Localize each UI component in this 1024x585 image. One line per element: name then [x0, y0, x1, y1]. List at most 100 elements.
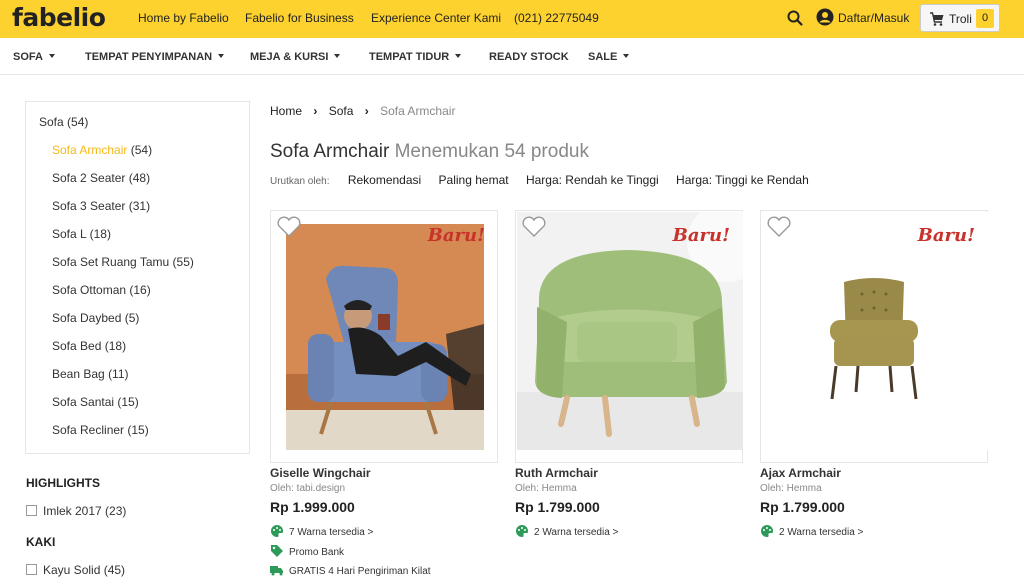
sidebar-item-sofa-2-seater[interactable]: Sofa 2 Seater (48) — [52, 171, 150, 185]
sidebar-item-sofa-recliner[interactable]: Sofa Recliner (15) — [52, 423, 149, 437]
sidebar-item-count: (18) — [89, 227, 111, 241]
heart-icon[interactable] — [276, 216, 302, 238]
product-card-giselle[interactable]: Baru! — [270, 210, 498, 463]
nav-ready-stock[interactable]: READY STOCK — [489, 51, 569, 63]
sidebar-item-sofa-l[interactable]: Sofa L (18) — [52, 227, 111, 241]
new-badge: Baru! — [427, 225, 485, 246]
product-image[interactable] — [517, 212, 743, 450]
shipping-label: GRATIS 4 Hari Pengiriman Kilat — [289, 566, 431, 577]
breadcrumb: Home › Sofa › Sofa Armchair — [270, 104, 455, 118]
product-seller: Oleh: Hemma — [760, 483, 822, 494]
sidebar-item-sofa-bed[interactable]: Sofa Bed (18) — [52, 339, 126, 353]
color-options-label: 2 Warna tersedia > — [779, 527, 864, 538]
kaki-heading: KAKI — [26, 535, 56, 549]
palette-icon — [516, 525, 528, 537]
product-name[interactable]: Ruth Armchair — [515, 466, 598, 480]
promo-label: Promo Bank — [289, 547, 345, 558]
highlights-heading: HIGHLIGHTS — [26, 476, 100, 490]
color-options-link[interactable]: 2 Warna tersedia > — [760, 524, 863, 538]
nav-sofa[interactable]: SOFA — [13, 51, 55, 63]
chevron-right-icon: › — [364, 104, 369, 118]
sidebar-item-sofa-ottoman[interactable]: Sofa Ottoman (16) — [52, 283, 151, 297]
category-nav: SOFA TEMPAT PENYIMPANAN MEJA & KURSI TEM… — [0, 38, 1024, 75]
chevron-down-icon — [455, 54, 462, 58]
sidebar-item-sofa-3-seater[interactable]: Sofa 3 Seater (31) — [52, 199, 150, 213]
sort-label: Urutkan oleh: — [270, 176, 330, 187]
sidebar-item-label: Sofa L — [52, 227, 87, 241]
sidebar-item-count: (55) — [172, 255, 194, 269]
filter-label: Kayu Solid (45) — [43, 563, 126, 577]
product-card-ajax[interactable]: Baru! — [760, 210, 988, 463]
logo[interactable]: fabelio — [12, 3, 106, 32]
page-title-text: Sofa Armchair — [270, 141, 390, 162]
nav-sale[interactable]: SALE — [588, 51, 630, 63]
product-name[interactable]: Ajax Armchair — [760, 466, 841, 480]
shipping-info: GRATIS 4 Hari Pengiriman Kilat — [270, 563, 431, 577]
sidebar-item-label: Sofa 2 Seater — [52, 171, 126, 185]
nav-meja-kursi[interactable]: MEJA & KURSI — [250, 51, 341, 63]
chevron-down-icon — [218, 54, 225, 58]
nav-tempat-tidur[interactable]: TEMPAT TIDUR — [369, 51, 462, 63]
product-price: Rp 1.799.000 — [515, 499, 600, 515]
experience-center-link[interactable]: Experience Center Kami — [371, 11, 501, 25]
checkbox[interactable] — [26, 564, 37, 575]
breadcrumb-home[interactable]: Home — [270, 104, 302, 118]
user-icon[interactable] — [816, 8, 834, 26]
sidebar-item-label: Sofa 3 Seater — [52, 199, 126, 213]
product-card-ruth[interactable]: Baru! — [515, 210, 743, 463]
sidebar-item-label: Bean Bag — [52, 367, 105, 381]
sidebar-item-label: Sofa Santai — [52, 395, 115, 409]
product-name[interactable]: Giselle Wingchair — [270, 466, 371, 480]
heart-icon[interactable] — [521, 216, 547, 238]
color-options-label: 2 Warna tersedia > — [534, 527, 619, 538]
nav-tempat-penyimpanan[interactable]: TEMPAT PENYIMPANAN — [85, 51, 225, 63]
color-options-link[interactable]: 7 Warna tersedia > — [270, 524, 373, 538]
sidebar-item-label: Sofa Bed — [52, 339, 102, 353]
sidebar-parent-sofa[interactable]: Sofa (54) — [39, 115, 88, 129]
sidebar-item-label: Sofa Ottoman — [52, 283, 127, 297]
sidebar-item-count: (11) — [108, 367, 129, 381]
breadcrumb-current: Sofa Armchair — [380, 104, 456, 118]
product-image[interactable] — [286, 224, 484, 450]
search-icon[interactable] — [786, 9, 804, 27]
palette-icon — [271, 525, 283, 537]
login-link[interactable]: Daftar/Masuk — [838, 11, 909, 25]
checkbox[interactable] — [26, 505, 37, 516]
sidebar-item-label: Sofa Armchair — [52, 143, 128, 157]
heart-icon[interactable] — [766, 216, 792, 238]
new-badge: Baru! — [917, 225, 975, 246]
nav-tempat-penyimpanan-label: TEMPAT PENYIMPANAN — [85, 51, 213, 63]
breadcrumb-sofa[interactable]: Sofa — [329, 104, 354, 118]
sort-paling-hemat[interactable]: Paling hemat — [439, 173, 509, 187]
color-options-link[interactable]: 2 Warna tersedia > — [515, 524, 618, 538]
cart-count-badge: 0 — [976, 9, 994, 28]
product-seller: Oleh: tabi.design — [270, 483, 346, 494]
product-image[interactable] — [762, 212, 988, 450]
phone-number-link[interactable]: (021) 22775049 — [514, 11, 599, 25]
sort-harga-rendah-ke-tinggi[interactable]: Harga: Rendah ke Tinggi — [526, 173, 659, 187]
home-by-fabelio-link[interactable]: Home by Fabelio — [138, 11, 229, 25]
filter-kayu-solid[interactable]: Kayu Solid (45) — [26, 563, 125, 577]
sidebar-item-count: (5) — [124, 311, 140, 325]
sidebar-item-count: (15) — [127, 423, 149, 437]
sidebar-item-bean-bag[interactable]: Bean Bag (11) — [52, 367, 129, 381]
filter-imlek-2017[interactable]: Imlek 2017 (23) — [26, 504, 126, 518]
sidebar-item-count: (54) — [130, 143, 153, 157]
sidebar-item-label: Sofa Recliner — [52, 423, 125, 437]
sidebar-item-sofa-daybed[interactable]: Sofa Daybed (5) — [52, 311, 139, 325]
cart-button[interactable]: Troli 0 — [920, 4, 1000, 32]
nav-sale-label: SALE — [588, 51, 618, 63]
sidebar-item-sofa-santai[interactable]: Sofa Santai (15) — [52, 395, 139, 409]
palette-icon — [761, 525, 773, 537]
product-seller: Oleh: Hemma — [515, 483, 577, 494]
sidebar-item-count: (18) — [104, 339, 127, 353]
color-options-label: 7 Warna tersedia > — [289, 527, 374, 538]
sidebar-item-sofa-set-ruang-tamu[interactable]: Sofa Set Ruang Tamu (55) — [52, 255, 194, 269]
product-price: Rp 1.999.000 — [270, 499, 355, 515]
new-badge: Baru! — [672, 225, 730, 246]
sidebar-item-count: (16) — [129, 283, 151, 297]
sidebar-item-sofa-armchair[interactable]: Sofa Armchair (54) — [52, 143, 152, 157]
sort-harga-tinggi-ke-rendah[interactable]: Harga: Tinggi ke Rendah — [676, 173, 809, 187]
sort-rekomendasi[interactable]: Rekomendasi — [348, 173, 421, 187]
fabelio-for-business-link[interactable]: Fabelio for Business — [245, 11, 354, 25]
